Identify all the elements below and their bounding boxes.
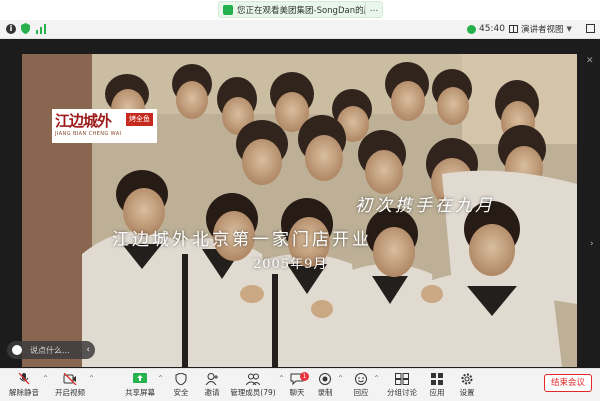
record-icon (319, 373, 331, 385)
shared-screen-area: ✕ 江边城外 烤全鱼 JIANG BIAN CHENG WAI 初次携手在九月 … (0, 39, 600, 368)
reactions-options-caret[interactable]: ^ (374, 375, 379, 382)
meeting-timer: 45:40 (467, 22, 505, 36)
screen-share-icon (223, 4, 233, 15)
chevron-left-icon[interactable]: ‹ (86, 345, 90, 355)
timer-status-icon (467, 24, 476, 34)
record-options-caret[interactable]: ^ (338, 375, 343, 382)
view-mode-label: 演讲者视图 (521, 25, 564, 35)
logo-seal: 烤全鱼 (126, 113, 153, 126)
start-video-button[interactable]: 开启视频 (52, 371, 88, 399)
view-mode-button[interactable]: 演讲者视图 ▼ (509, 22, 572, 36)
apps-button[interactable]: 应用 (424, 371, 450, 399)
meeting-topbar: i 45:40 演讲者视图 ▼ (0, 20, 600, 39)
info-icon[interactable]: i (6, 24, 16, 34)
settings-label: 设置 (459, 388, 475, 397)
logo-pinyin: JIANG BIAN CHENG WAI (55, 131, 122, 137)
settings-button[interactable]: 设置 (454, 371, 480, 399)
settings-icon (461, 373, 473, 385)
breakout-label: 分组讨论 (387, 388, 417, 397)
chat-placeholder: 说点什么... (30, 345, 70, 355)
breakout-rooms-button[interactable]: 分组讨论 (384, 371, 420, 399)
record-label: 录制 (317, 388, 333, 397)
participants-label: 管理成员(79) (230, 388, 276, 397)
video-options-caret[interactable]: ^ (89, 375, 94, 382)
unmute-label: 解除静音 (9, 388, 39, 397)
reactions-button[interactable]: 回应 (348, 371, 374, 399)
fullscreen-icon[interactable] (586, 24, 595, 33)
logo-text: 江边城外 (55, 112, 112, 130)
chevron-right-icon[interactable]: › (590, 239, 594, 249)
breakout-icon (395, 373, 409, 385)
participants-icon (246, 373, 260, 385)
chat-icon-wrap: 1 (290, 372, 309, 386)
shield-icon (175, 373, 187, 385)
quick-chat-input[interactable]: 说点什么... ‹ (7, 341, 95, 359)
invite-button[interactable]: 邀请 (199, 371, 225, 399)
security-label: 安全 (173, 388, 189, 397)
security-button[interactable]: 安全 (168, 371, 194, 399)
reaction-icon (355, 373, 367, 385)
invite-label: 邀请 (204, 388, 220, 397)
audio-options-caret[interactable]: ^ (43, 375, 48, 382)
brand-logo: 江边城外 烤全鱼 JIANG BIAN CHENG WAI (52, 109, 157, 143)
share-screen-icon (133, 373, 147, 383)
slide-date: 2005年9月 (253, 257, 328, 272)
share-status-pill[interactable]: 您正在观看美团集团-SongDan的屏幕 ... (218, 1, 383, 18)
share-screen-label: 共享屏幕 (125, 388, 155, 397)
security-shield-icon[interactable] (21, 23, 30, 34)
reactions-label: 回应 (353, 388, 369, 397)
share-banner: 您正在观看美团集团-SongDan的屏幕 ... (0, 0, 600, 20)
video-off-icon (63, 373, 77, 385)
chat-label: 聊天 (289, 388, 305, 397)
share-status-text: 您正在观看美团集团-SongDan的屏幕 (237, 5, 365, 16)
close-icon[interactable]: ✕ (586, 56, 594, 66)
slide-slogan: 初次携手在九月 (355, 196, 495, 216)
more-options-button[interactable]: ... (365, 2, 382, 17)
invite-icon (205, 373, 218, 385)
manage-participants-button[interactable]: 管理成员(79) (228, 371, 278, 399)
end-meeting-button[interactable]: 结束会议 (544, 374, 592, 392)
start-video-label: 开启视频 (55, 388, 85, 397)
chevron-down-icon: ▼ (566, 25, 572, 33)
unmute-button[interactable]: 解除静音 (6, 371, 42, 399)
meeting-toolbar: 解除静音 ^ 开启视频 ^ 共享屏幕 ^ 安全 邀请 管理成员(79) ^ 1 … (0, 368, 600, 401)
record-button[interactable]: 录制 (312, 371, 338, 399)
emoji-icon[interactable] (12, 345, 22, 355)
apps-label: 应用 (429, 388, 445, 397)
mic-muted-icon (18, 373, 30, 385)
share-screen-button[interactable]: 共享屏幕 (122, 371, 158, 399)
elapsed-time: 45:40 (479, 24, 505, 34)
signal-strength-icon[interactable] (36, 24, 46, 34)
chat-unread-badge: 1 (300, 372, 309, 381)
slide-headline: 江边城外北京第一家门店开业 (112, 230, 372, 250)
chat-button[interactable]: 1 聊天 (284, 371, 310, 399)
view-layout-icon (509, 25, 518, 33)
share-options-caret[interactable]: ^ (158, 375, 163, 382)
apps-icon (431, 373, 443, 385)
